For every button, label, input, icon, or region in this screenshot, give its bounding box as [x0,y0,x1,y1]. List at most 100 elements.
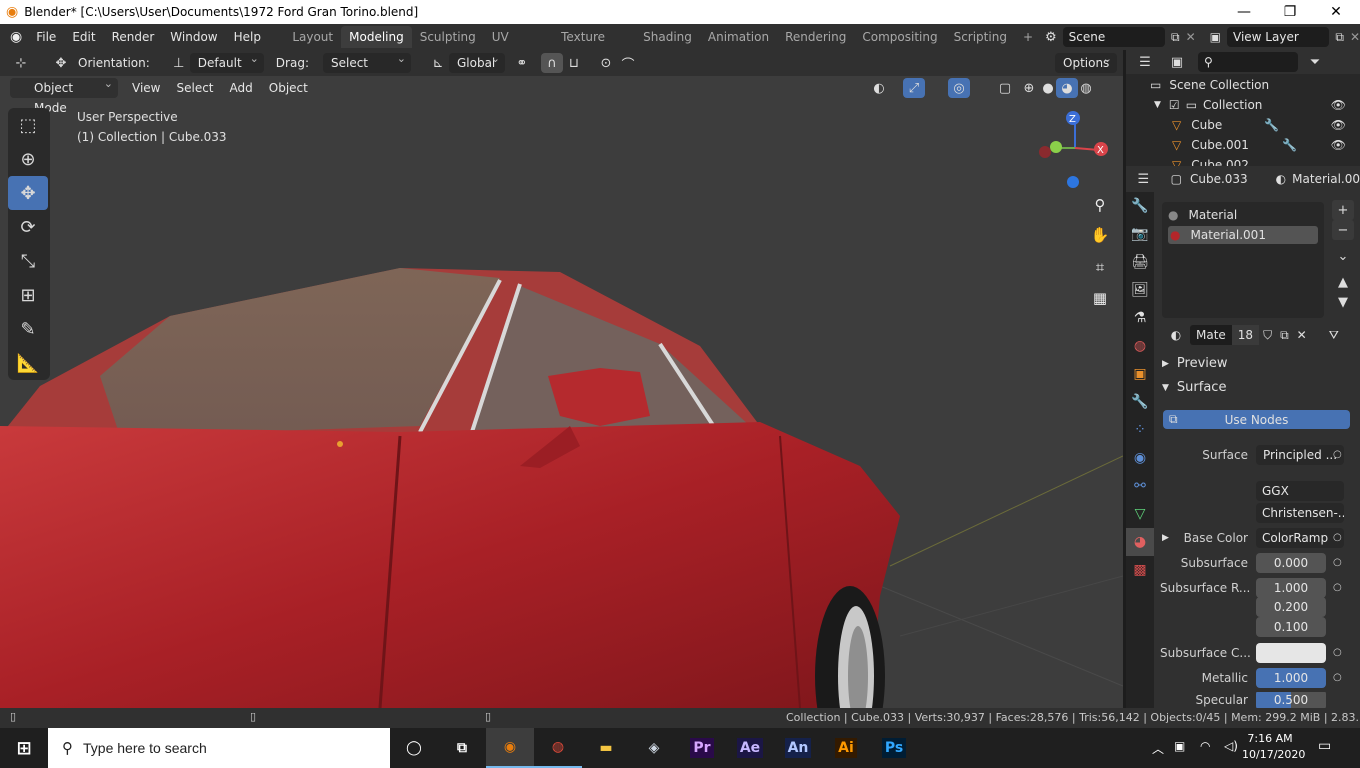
new-view-layer-icon[interactable]: ⧉ [1335,30,1344,45]
preview-panel-header[interactable]: ▶ Preview [1162,356,1228,371]
tab-texture-paint[interactable]: Texture Paint [553,26,635,66]
filter-icon[interactable]: ⏷ [1304,52,1326,72]
socket-icon[interactable]: ○ [1333,532,1342,543]
chrome-icon[interactable]: ◍ [534,728,582,768]
remove-slot-button[interactable]: − [1332,220,1354,240]
blender-taskbar-icon[interactable]: ◉ [486,728,534,768]
view-layer-tab-icon[interactable]: 🖼 [1126,276,1154,304]
collection-row[interactable]: ▼ ☑ ▭ Collection 👁 [1154,98,1354,112]
menu-edit[interactable]: Edit [64,30,103,44]
scale-tool-icon[interactable]: ⤡ [8,244,48,278]
expand-arrow-icon[interactable]: ▼ [1154,100,1161,110]
after-effects-icon[interactable]: Ae [726,728,774,768]
snap-icon[interactable]: ∩ [540,53,563,73]
notifications-icon[interactable]: ▭ [1318,738,1331,754]
mode-dropdown[interactable]: Object Mode [10,74,118,115]
checkbox-icon[interactable]: ☑ [1169,98,1180,112]
tab-shading[interactable]: Shading [635,26,700,48]
outliner-item[interactable]: ▽ Cube.002 [1172,158,1354,166]
file-explorer-icon[interactable]: ▬ [582,728,630,768]
outliner-item[interactable]: ▽ Cube 🔧 👁 [1172,118,1354,132]
animate-icon[interactable]: An [774,728,822,768]
wifi-icon[interactable]: ◠ [1200,739,1210,753]
tab-rendering[interactable]: Rendering [777,26,854,48]
new-scene-icon[interactable]: ⧉ [1171,30,1180,45]
menu-help[interactable]: Help [226,30,269,44]
tab-layout[interactable]: Layout [284,26,341,48]
move-up-icon[interactable]: ▲ [1332,272,1354,292]
output-tab-icon[interactable]: 🖨 [1126,248,1154,276]
socket-icon[interactable]: ○ [1333,449,1342,460]
link-icon[interactable]: ⛛ [1329,328,1339,343]
tab-sculpting[interactable]: Sculpting [412,26,484,48]
subsurface-method-dropdown[interactable]: Christensen-... [1256,503,1344,523]
illustrator-icon[interactable]: Ai [822,728,870,768]
menu-render[interactable]: Render [104,30,163,44]
editor-type-icon[interactable]: ⊹ [10,53,32,73]
rendered-shading-icon[interactable]: ◍ [1075,78,1097,98]
menu-select[interactable]: Select [168,81,221,95]
orientation-dropdown[interactable]: Default [189,49,264,73]
view-layer-icon[interactable]: ▣ [1210,30,1221,44]
rotate-tool-icon[interactable]: ⟳ [8,210,48,244]
tool-tab-icon[interactable]: 🔧 [1126,192,1154,220]
duplicate-material-icon[interactable]: ⧉ [1276,328,1293,343]
browse-material-icon[interactable]: ◐ [1162,328,1190,342]
socket-icon[interactable]: ○ [1333,557,1342,568]
data-tab-icon[interactable]: ▽ [1126,500,1154,528]
metallic-field[interactable]: 1.000 [1256,668,1326,688]
grid-perspective-icon[interactable]: ▦ [1087,285,1113,311]
clock[interactable]: 7:16 AM 10/17/2020 [1242,731,1305,763]
tab-uv-editing[interactable]: UV Editing [484,26,553,66]
zoom-icon[interactable]: ⚲ [1087,192,1113,218]
transform-tool-icon[interactable]: ⊞ [8,278,48,312]
options-dropdown[interactable]: Options [1055,49,1117,73]
menu-file[interactable]: File [28,30,64,44]
falloff-icon[interactable]: ⌒ [617,53,639,73]
tray-app-icon[interactable]: ▣ [1174,739,1185,753]
texture-tab-icon[interactable]: ▩ [1126,556,1154,584]
move-down-icon[interactable]: ▼ [1332,292,1354,312]
constraints-tab-icon[interactable]: ⚯ [1126,472,1154,500]
tab-scripting[interactable]: Scripting [946,26,1015,48]
scene-field[interactable]: Scene [1062,27,1166,47]
tab-animation[interactable]: Animation [700,26,777,48]
unlink-material-icon[interactable]: ✕ [1293,328,1311,342]
display-mode-icon[interactable]: ▣ [1166,52,1188,72]
subsurface-radius-z[interactable]: 0.100 [1256,617,1326,637]
xray-icon[interactable]: ▢ [994,78,1016,98]
base-color-field[interactable]: ColorRamp [1256,528,1344,548]
subsurface-radius-y[interactable]: 0.200 [1256,597,1326,617]
slot-specials-icon[interactable]: ⌄ [1332,246,1354,266]
snap-target-icon[interactable]: ⊔ [563,53,585,73]
outliner-item[interactable]: ▽ Cube.001 🔧 👁 [1172,138,1354,152]
scene-icon[interactable]: ⚙ [1045,30,1057,45]
premiere-icon[interactable]: Pr [678,728,726,768]
eye-icon[interactable]: 👁 [1331,118,1346,132]
add-slot-button[interactable]: + [1332,200,1354,220]
transform-dropdown[interactable]: Global [448,49,505,73]
delete-view-layer-icon[interactable]: ✕ [1350,30,1360,44]
render-tab-icon[interactable]: 📷 [1126,220,1154,248]
taskbar-search-box[interactable]: ⚲ Type here to search [48,728,390,768]
properties-editor-icon[interactable]: ☰ [1136,169,1151,189]
distribution-dropdown[interactable]: GGX [1256,481,1344,501]
view-layer-field[interactable]: View Layer [1227,27,1330,47]
tray-chevron-icon[interactable]: ︿ [1152,740,1164,757]
surface-shader-field[interactable]: Principled ... [1256,445,1344,465]
socket-icon[interactable]: ○ [1333,647,1342,658]
add-workspace-button[interactable]: + [1015,26,1041,48]
subsurface-field[interactable]: 0.000 [1256,553,1326,573]
material-slot[interactable]: ● Material [1168,206,1318,224]
select-box-tool-icon[interactable]: ⬚ [8,108,48,142]
visibility-icon[interactable]: ◐ [868,78,890,98]
eye-icon[interactable]: 👁 [1331,98,1346,112]
pan-hand-icon[interactable]: ✋ [1087,222,1113,248]
windows-start-icon[interactable]: ⊞ [0,728,48,768]
subsurface-radius-x[interactable]: 1.000 [1256,578,1326,598]
gizmo-icon[interactable]: ⤢ [903,78,925,98]
move-tool-button-icon[interactable]: ✥ [8,176,48,210]
expand-arrow-icon[interactable]: ▶ [1162,533,1169,543]
eye-icon[interactable]: 👁 [1331,138,1346,152]
task-view-icon[interactable]: ⧉ [438,728,486,768]
